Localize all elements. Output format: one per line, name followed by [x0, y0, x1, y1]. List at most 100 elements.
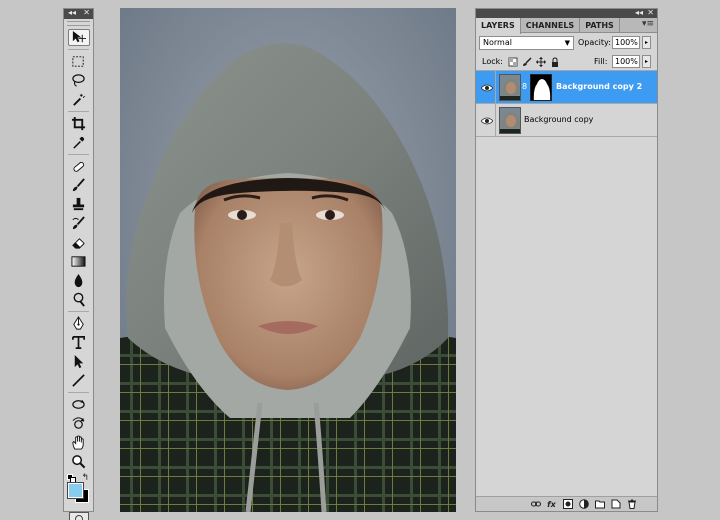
lock-all-icon[interactable]: [550, 56, 560, 67]
tab-layers[interactable]: LAYERS: [476, 18, 521, 34]
layer-thumbnail[interactable]: [499, 107, 521, 134]
3d-orbit-icon: [72, 417, 85, 429]
line-icon: [72, 374, 85, 387]
swap-colors-icon[interactable]: ↰: [82, 473, 90, 483]
hand-icon: [72, 435, 84, 450]
mask-link-icon[interactable]: 8: [522, 82, 527, 91]
blur-tool[interactable]: [68, 272, 90, 289]
arrow-icon: [74, 354, 84, 369]
layer-mask-thumbnail[interactable]: [530, 74, 552, 101]
tools-panel-titlebar[interactable]: ◂◂ ✕: [64, 8, 93, 19]
brush-icon: [72, 178, 85, 192]
tool-separator: [68, 392, 89, 393]
tool-separator: [68, 311, 89, 312]
eye-icon: [480, 84, 493, 91]
add-mask-icon[interactable]: [562, 499, 573, 510]
lock-label: Lock:: [482, 57, 503, 66]
3d-orbit-tool[interactable]: [68, 415, 90, 432]
portrait-photo: [120, 8, 456, 512]
layer-name[interactable]: Background copy 2: [556, 81, 642, 93]
blend-mode-select[interactable]: Normal ▼: [479, 36, 574, 50]
type-tool[interactable]: [68, 334, 90, 351]
fx-icon[interactable]: fx: [546, 499, 557, 510]
pen-tool[interactable]: [68, 315, 90, 332]
adjustment-icon[interactable]: [578, 499, 589, 510]
crop-tool[interactable]: [68, 115, 90, 132]
zoom-tool[interactable]: [68, 453, 90, 470]
close-icon[interactable]: ✕: [647, 8, 654, 17]
gradient-tool[interactable]: [68, 253, 90, 270]
eye-icon: [480, 117, 493, 124]
stamp-icon: [72, 197, 85, 211]
path-selection-tool[interactable]: [68, 353, 90, 370]
layers-panel: ◂◂ ✕ LAYERS CHANNELS PATHS ▾≡ Normal ▼ O…: [475, 8, 658, 512]
close-icon[interactable]: ✕: [83, 8, 90, 18]
collapse-icon[interactable]: ◂◂: [68, 8, 76, 18]
lasso-icon: [72, 74, 85, 87]
magic-wand-icon: [73, 93, 85, 106]
dodge-tool[interactable]: [68, 291, 90, 308]
visibility-toggle[interactable]: [478, 71, 496, 104]
zoom-icon: [72, 455, 86, 469]
move-icon: [72, 30, 86, 43]
layer-name[interactable]: Background copy: [524, 114, 593, 126]
magic-wand-tool[interactable]: [68, 91, 90, 108]
brush-tool[interactable]: [68, 177, 90, 194]
3d-rotate-tool[interactable]: [68, 396, 90, 413]
dodge-icon: [73, 292, 85, 307]
default-colors-icon[interactable]: [66, 474, 79, 483]
eyedropper-icon: [73, 136, 85, 149]
opacity-input[interactable]: 100%: [612, 36, 640, 49]
document-canvas[interactable]: [120, 8, 456, 512]
crop-icon: [71, 116, 86, 131]
hand-tool[interactable]: [68, 434, 90, 451]
lock-position-icon[interactable]: [536, 56, 546, 67]
history-brush-tool[interactable]: [68, 215, 90, 232]
fill-label: Fill:: [594, 57, 608, 66]
history-brush-icon: [72, 216, 85, 230]
quick-mask-icon: [74, 514, 83, 520]
layers-footer-toolbar: fx: [476, 496, 657, 511]
layers-panel-titlebar[interactable]: ◂◂ ✕: [476, 8, 657, 18]
collapse-icon[interactable]: ◂◂: [635, 8, 643, 17]
trash-icon[interactable]: [626, 499, 637, 510]
rect-marquee-icon: [72, 56, 84, 67]
panel-menu-icon[interactable]: ▾≡: [642, 19, 654, 29]
opacity-label: Opacity:: [578, 38, 611, 47]
lock-pixels-icon[interactable]: [522, 56, 532, 67]
marquee-tool[interactable]: [68, 53, 90, 70]
clone-stamp-tool[interactable]: [68, 196, 90, 213]
move-tool[interactable]: [67, 29, 90, 46]
quick-mask-button[interactable]: [68, 512, 89, 520]
tool-separator: [68, 154, 89, 155]
pen-icon: [73, 316, 84, 330]
tab-paths[interactable]: PATHS: [580, 18, 620, 32]
eyedropper-tool[interactable]: [68, 134, 90, 151]
panel-tabs: LAYERS CHANNELS PATHS ▾≡: [476, 18, 657, 34]
lock-transparent-icon[interactable]: [508, 56, 518, 67]
new-layer-icon[interactable]: [610, 499, 621, 510]
blend-row: Normal ▼ Opacity: 100% ▸: [476, 33, 657, 52]
link-icon[interactable]: [530, 499, 541, 510]
color-swatches: ↰: [66, 473, 92, 504]
fill-slider-button[interactable]: ▸: [642, 55, 651, 68]
line-tool[interactable]: [68, 372, 90, 389]
healing-brush-tool[interactable]: [68, 158, 90, 175]
panel-grip[interactable]: [67, 21, 90, 26]
layer-row-background-copy[interactable]: Background copy: [476, 104, 657, 137]
visibility-toggle[interactable]: [478, 104, 496, 137]
layer-thumbnail[interactable]: [499, 74, 521, 101]
eraser-tool[interactable]: [68, 234, 90, 251]
layer-row-background-copy-2[interactable]: 8 Background copy 2: [476, 71, 657, 104]
3d-rotate-icon: [72, 399, 85, 409]
tool-separator: [68, 111, 89, 112]
gradient-icon: [71, 256, 86, 267]
foreground-color-swatch[interactable]: [66, 482, 84, 499]
tab-channels[interactable]: CHANNELS: [521, 18, 581, 32]
opacity-slider-button[interactable]: ▸: [642, 36, 651, 49]
blend-mode-value: Normal: [483, 38, 512, 47]
fill-input[interactable]: 100%: [612, 55, 640, 68]
dropdown-arrow-icon: ▼: [564, 39, 570, 47]
lasso-tool[interactable]: [68, 72, 90, 89]
group-folder-icon[interactable]: [594, 499, 605, 510]
